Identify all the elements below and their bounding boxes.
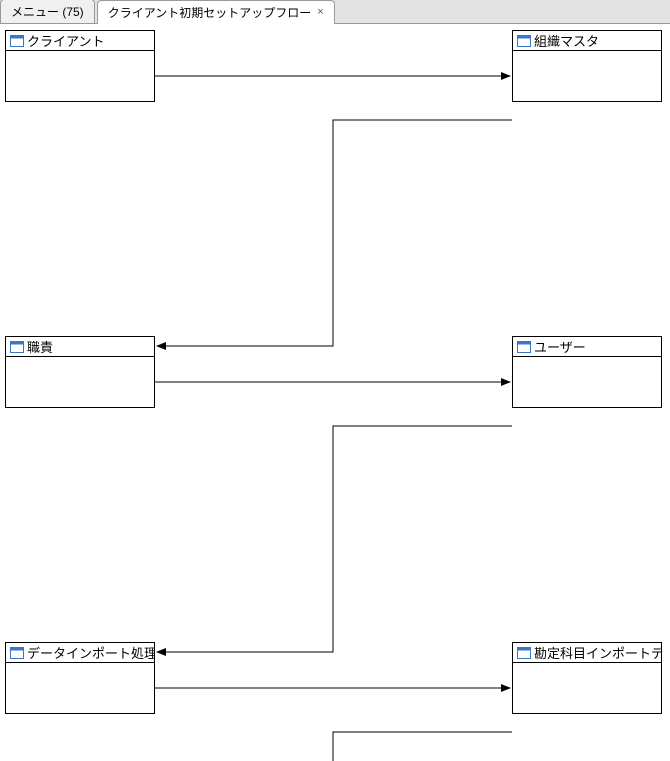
- tab-active[interactable]: クライアント初期セットアップフロー ×: [97, 0, 335, 24]
- node-body: [6, 357, 154, 407]
- node-body: [513, 51, 661, 101]
- tab-menu-label: メニュー (75): [11, 3, 84, 20]
- window-icon: [517, 341, 531, 353]
- node-body: [513, 357, 661, 407]
- tab-menu[interactable]: メニュー (75): [0, 0, 95, 23]
- node-title: ユーザー: [534, 337, 586, 356]
- node-body: [6, 663, 154, 713]
- node-body: [6, 51, 154, 101]
- node-org-master[interactable]: 組織マスタ: [512, 30, 662, 102]
- node-header: ユーザー: [513, 337, 661, 357]
- window-icon: [517, 35, 531, 47]
- node-title: データインポート処理: [27, 643, 154, 662]
- tab-bar: メニュー (75) クライアント初期セットアップフロー ×: [0, 0, 670, 24]
- node-title: 組織マスタ: [534, 31, 599, 50]
- diagram-canvas: クライアント 組織マスタ 職責 ユーザー: [0, 24, 670, 761]
- window-icon: [10, 35, 24, 47]
- node-header: 職責: [6, 337, 154, 357]
- window-icon: [517, 647, 531, 659]
- node-client[interactable]: クライアント: [5, 30, 155, 102]
- node-data-import[interactable]: データインポート処理: [5, 642, 155, 714]
- node-header: クライアント: [6, 31, 154, 51]
- node-title: クライアント: [27, 31, 104, 50]
- node-user[interactable]: ユーザー: [512, 336, 662, 408]
- close-icon[interactable]: ×: [317, 7, 323, 18]
- node-header: 勘定科目インポートデ: [513, 643, 661, 663]
- node-role[interactable]: 職責: [5, 336, 155, 408]
- node-header: 組織マスタ: [513, 31, 661, 51]
- node-account-import[interactable]: 勘定科目インポートデ: [512, 642, 662, 714]
- node-title: 職責: [27, 337, 53, 356]
- tab-active-label: クライアント初期セットアップフロー: [108, 4, 312, 21]
- node-header: データインポート処理: [6, 643, 154, 663]
- node-title: 勘定科目インポートデ: [534, 643, 661, 662]
- window-icon: [10, 647, 24, 659]
- window-icon: [10, 341, 24, 353]
- node-body: [513, 663, 661, 713]
